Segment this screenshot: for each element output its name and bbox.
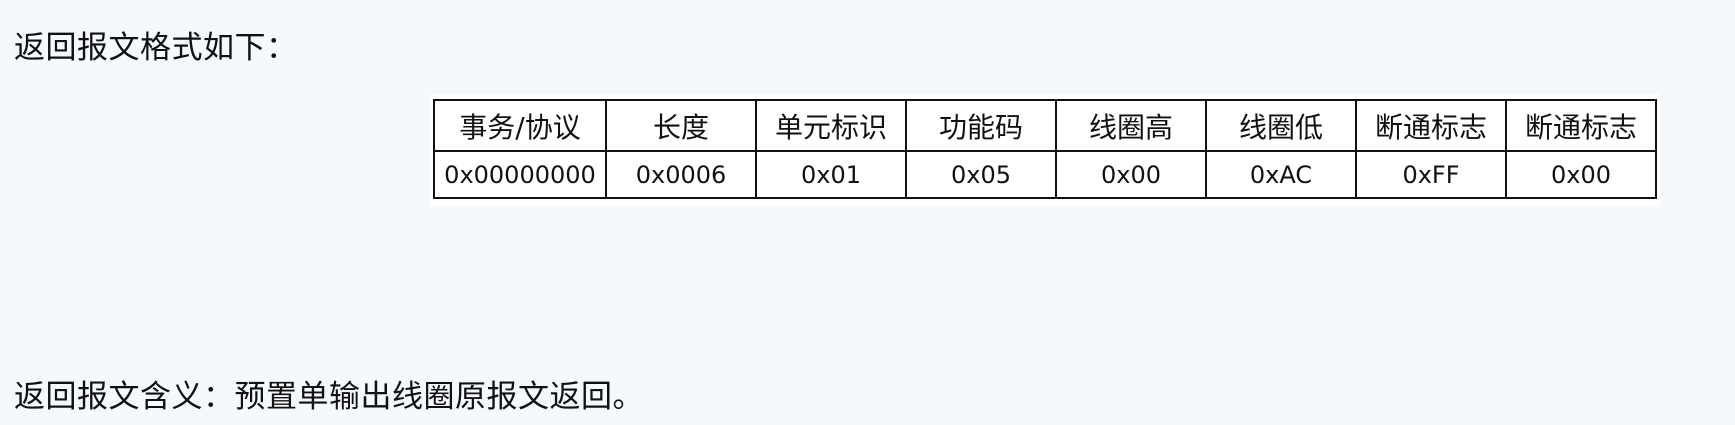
response-format-table: 事务/协议 长度 单元标识 功能码 线圈高 线圈低 断通标志 断通标志 0x00… (433, 99, 1657, 199)
meaning-paragraph: 返回报文含义：预置单输出线圈原报文返回。 (14, 379, 644, 415)
header-function-code: 功能码 (905, 99, 1057, 152)
header-coil-high: 线圈高 (1055, 99, 1207, 152)
cell-on-off-flag-2: 0x00 (1505, 150, 1657, 199)
header-length: 长度 (605, 99, 757, 152)
cell-coil-low: 0xAC (1205, 150, 1357, 199)
cell-length: 0x0006 (605, 150, 757, 199)
header-unit-id: 单元标识 (755, 99, 907, 152)
intro-paragraph: 返回报文格式如下： (14, 30, 298, 66)
header-coil-low: 线圈低 (1205, 99, 1357, 152)
table-frame: 事务/协议 长度 单元标识 功能码 线圈高 线圈低 断通标志 断通标志 0x00… (431, 94, 1660, 206)
cell-coil-high: 0x00 (1055, 150, 1207, 199)
header-on-off-flag-2: 断通标志 (1505, 99, 1657, 152)
cell-transaction-protocol: 0x00000000 (433, 150, 607, 199)
cell-function-code: 0x05 (905, 150, 1057, 199)
cell-on-off-flag-1: 0xFF (1355, 150, 1507, 199)
table-row: 0x00000000 0x0006 0x01 0x05 0x00 0xAC 0x… (433, 150, 1657, 199)
table-header-row: 事务/协议 长度 单元标识 功能码 线圈高 线圈低 断通标志 断通标志 (433, 99, 1657, 152)
header-on-off-flag-1: 断通标志 (1355, 99, 1507, 152)
cell-unit-id: 0x01 (755, 150, 907, 199)
header-transaction-protocol: 事务/协议 (433, 99, 607, 152)
